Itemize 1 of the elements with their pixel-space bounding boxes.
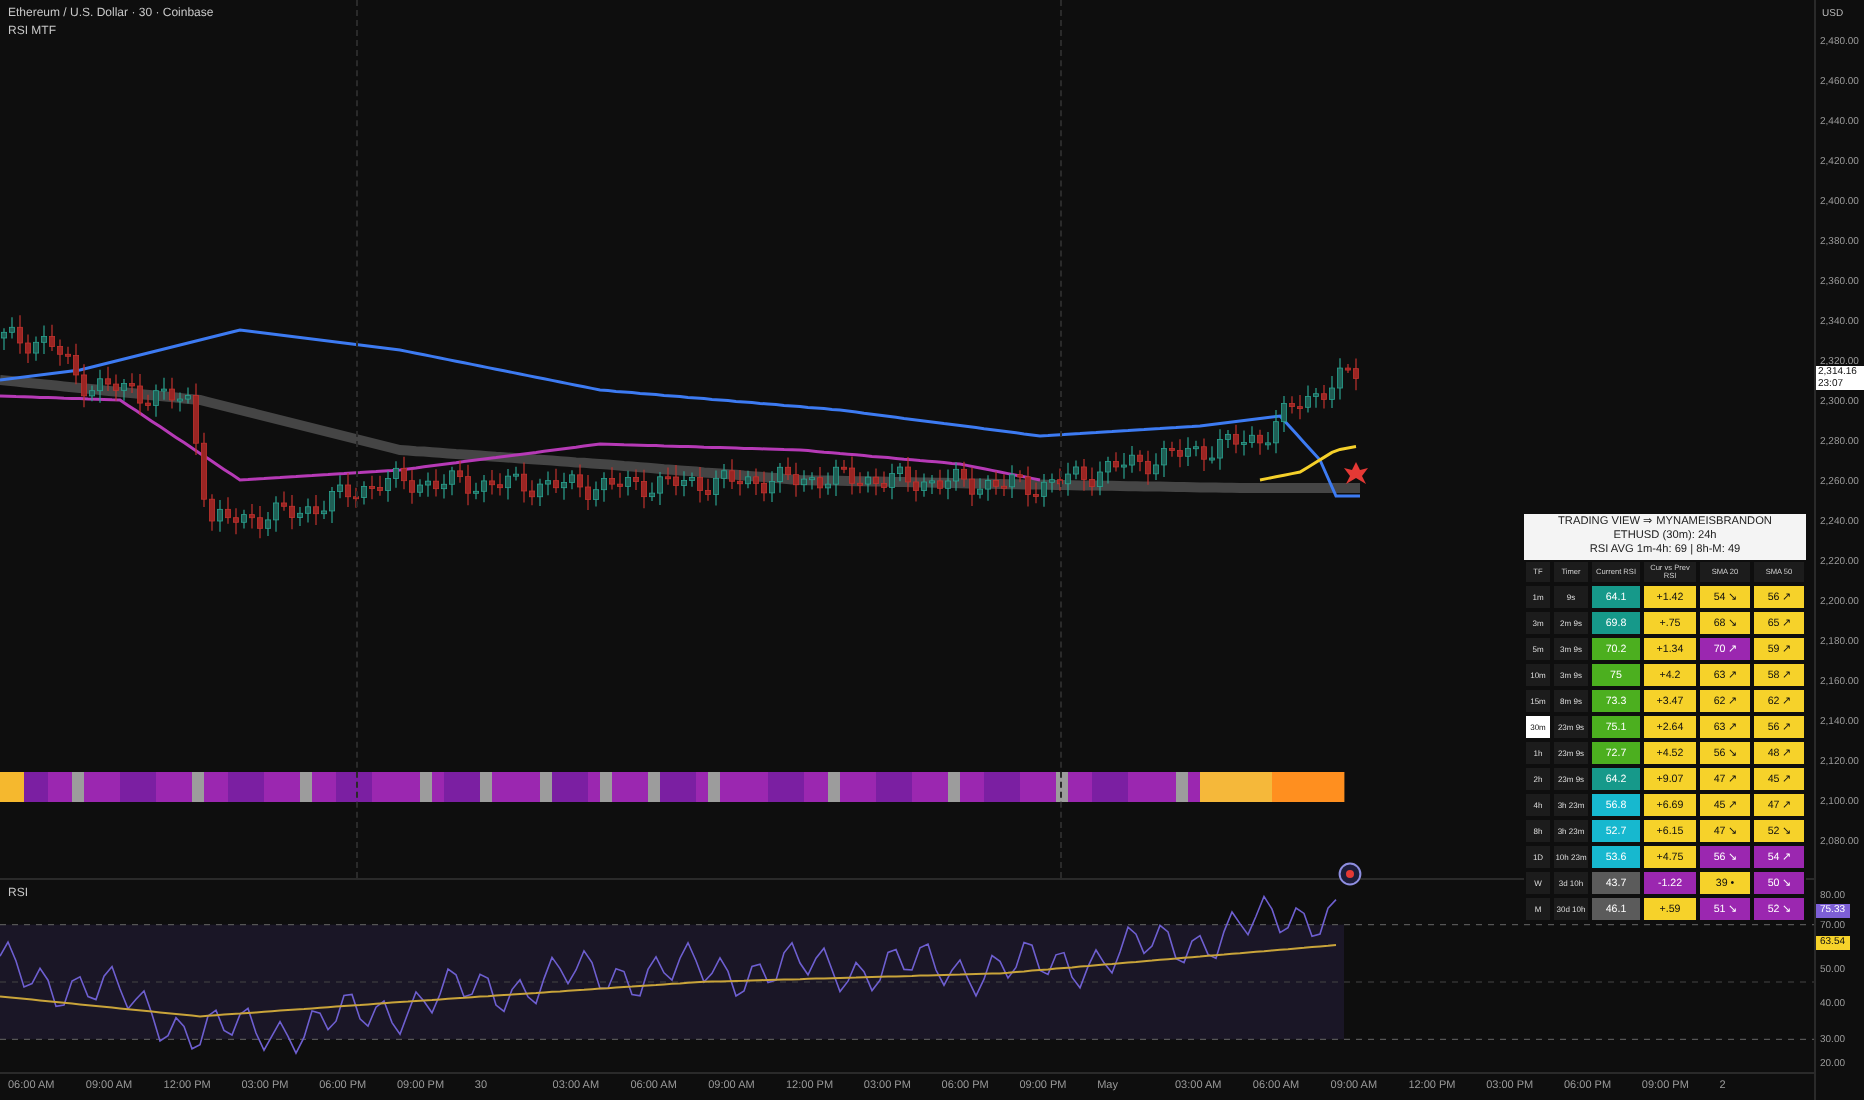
logo-icon	[1338, 862, 1362, 886]
